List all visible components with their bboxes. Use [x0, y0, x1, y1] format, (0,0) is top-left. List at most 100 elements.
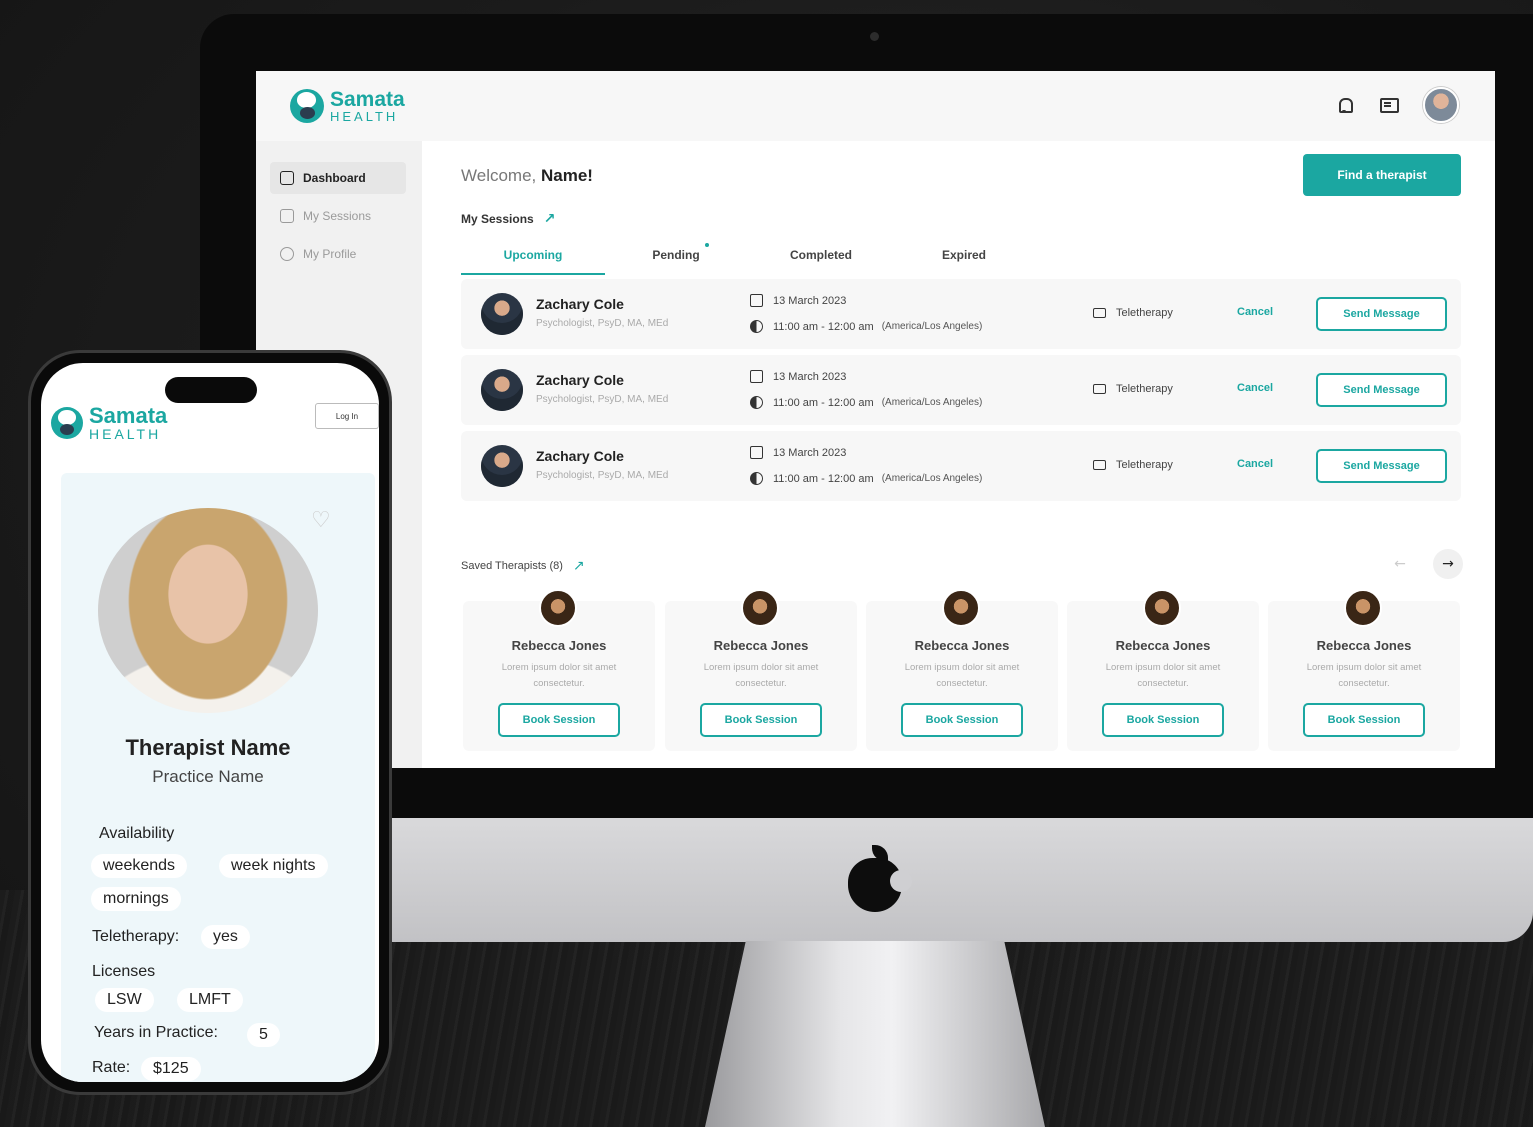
therapist-name: Zachary Cole: [536, 448, 624, 464]
dynamic-island: [165, 377, 257, 403]
session-row: Zachary Cole Psychologist, PsyD, MA, MEd…: [461, 355, 1461, 425]
therapist-name: Zachary Cole: [536, 372, 624, 388]
sidebar-item-dashboard[interactable]: Dashboard: [270, 162, 406, 194]
sidebar-item-my-sessions[interactable]: My Sessions: [270, 200, 406, 232]
time-text: 11:00 am - 12:00 am: [773, 320, 874, 333]
availability-label: Availability: [99, 825, 175, 842]
cancel-session-link[interactable]: Cancel: [1237, 382, 1273, 394]
book-session-button[interactable]: Book Session: [498, 703, 620, 737]
therapist-name: Zachary Cole: [536, 296, 624, 312]
sidebar-item-label: My Profile: [303, 247, 357, 261]
tab-pending[interactable]: Pending: [641, 241, 711, 275]
availability-chip: week nights: [219, 854, 328, 878]
sidebar-item-my-profile[interactable]: My Profile: [270, 238, 406, 270]
logo-subtitle: HEALTH: [330, 109, 399, 124]
availability-chip: mornings: [91, 887, 181, 911]
clock-icon: [750, 396, 763, 409]
book-session-button[interactable]: Book Session: [901, 703, 1023, 737]
years-label: Years in Practice:: [94, 1024, 218, 1041]
therapist-photo: [98, 508, 318, 713]
clock-icon: [750, 472, 763, 485]
session-time: 11:00 am - 12:00 am (America/Los Angeles): [750, 320, 982, 333]
send-message-button[interactable]: Send Message: [1316, 449, 1447, 483]
book-session-button[interactable]: Book Session: [1102, 703, 1224, 737]
therapist-credentials: Psychologist, PsyD, MA, MEd: [536, 470, 669, 481]
therapist-name: Rebecca Jones: [1115, 638, 1211, 653]
book-session-button[interactable]: Book Session: [700, 703, 822, 737]
timezone-text: (America/Los Angeles): [881, 321, 983, 332]
license-chip: LSW: [95, 988, 154, 1012]
practice-name: Practice Name: [152, 767, 264, 786]
therapist-avatar: [942, 589, 980, 627]
previous-arrow-icon[interactable]: ←: [1385, 549, 1415, 579]
calendar-icon: [750, 446, 763, 459]
therapist-description: Lorem ipsum dolor sit amet consectetur.: [501, 662, 617, 689]
license-chip: LMFT: [177, 988, 243, 1012]
video-icon: [1093, 460, 1106, 470]
imac-camera: [870, 32, 879, 41]
therapist-avatar: [741, 589, 779, 627]
therapist-credentials: Psychologist, PsyD, MA, MEd: [536, 318, 669, 329]
user-avatar[interactable]: [1423, 87, 1459, 123]
therapist-name: Rebecca Jones: [914, 638, 1010, 653]
next-arrow-icon[interactable]: →: [1433, 549, 1463, 579]
teletherapy-label: Teletherapy:: [92, 928, 180, 945]
therapist-card: Rebecca Jones Lorem ipsum dolor sit amet…: [665, 589, 857, 751]
sidebar-item-label: Dashboard: [303, 171, 366, 185]
session-mode: Teletherapy: [1093, 383, 1173, 395]
samata-logo-icon: [290, 89, 324, 123]
rate-value: $125: [141, 1057, 201, 1081]
date-text: 13 March 2023: [773, 294, 847, 307]
timezone-text: (America/Los Angeles): [881, 473, 983, 484]
session-date: 13 March 2023: [750, 446, 846, 459]
therapist-avatar: [1344, 589, 1382, 627]
saved-therapists-link[interactable]: Saved Therapists (8) ↗: [461, 558, 585, 574]
therapist-description: Lorem ipsum dolor sit amet consectetur.: [904, 662, 1020, 689]
my-sessions-link[interactable]: My Sessions ↗: [461, 211, 555, 227]
welcome-name: Name!: [541, 166, 593, 185]
welcome-heading: Welcome, Name!: [461, 166, 593, 186]
top-bar: Samata HEALTH: [256, 71, 1495, 141]
welcome-prefix: Welcome,: [461, 166, 537, 185]
send-message-button[interactable]: Send Message: [1316, 297, 1447, 331]
tab-completed[interactable]: Completed: [776, 241, 866, 275]
message-icon[interactable]: [1379, 96, 1399, 114]
tab-expired[interactable]: Expired: [926, 241, 1002, 275]
years-value: 5: [247, 1023, 280, 1047]
desktop-screen: Samata HEALTH Dashboard My Sessions My P…: [256, 71, 1495, 768]
samata-logo[interactable]: Samata HEALTH: [51, 405, 167, 441]
arrow-up-right-icon: ↗: [572, 558, 585, 574]
mode-text: Teletherapy: [1116, 383, 1173, 395]
session-time: 11:00 am - 12:00 am (America/Los Angeles): [750, 472, 982, 485]
therapist-card: Rebecca Jones Lorem ipsum dolor sit amet…: [1268, 589, 1460, 751]
time-text: 11:00 am - 12:00 am: [773, 396, 874, 409]
therapist-avatar: [481, 293, 523, 335]
heart-icon[interactable]: ♡: [311, 508, 331, 533]
logo-subtitle: HEALTH: [89, 426, 162, 442]
pending-indicator-dot: [705, 243, 709, 247]
date-text: 13 March 2023: [773, 446, 847, 459]
therapist-avatar: [481, 369, 523, 411]
tab-upcoming[interactable]: Upcoming: [461, 241, 605, 275]
phone-frame: Samata HEALTH Log In ♡ Therapist Name Pr…: [28, 350, 392, 1095]
login-button[interactable]: Log In: [315, 403, 379, 429]
mode-text: Teletherapy: [1116, 307, 1173, 319]
session-row: Zachary Cole Psychologist, PsyD, MA, MEd…: [461, 279, 1461, 349]
therapist-card: Rebecca Jones Lorem ipsum dolor sit amet…: [866, 589, 1058, 751]
cancel-session-link[interactable]: Cancel: [1237, 306, 1273, 318]
session-time: 11:00 am - 12:00 am (America/Los Angeles): [750, 396, 982, 409]
session-tabs: Upcoming Pending Completed Expired: [461, 241, 1461, 275]
send-message-button[interactable]: Send Message: [1316, 373, 1447, 407]
therapist-name: Rebecca Jones: [713, 638, 809, 653]
therapist-description: Lorem ipsum dolor sit amet consectetur.: [703, 662, 819, 689]
bell-icon[interactable]: [1335, 96, 1353, 114]
therapist-credentials: Psychologist, PsyD, MA, MEd: [536, 394, 669, 405]
therapist-profile-card: ♡ Therapist Name Practice Name Availabil…: [61, 473, 375, 1082]
find-therapist-button[interactable]: Find a therapist: [1303, 154, 1461, 196]
book-session-button[interactable]: Book Session: [1303, 703, 1425, 737]
samata-logo[interactable]: Samata HEALTH: [290, 89, 405, 123]
licenses-label: Licenses: [92, 963, 156, 980]
sidebar-item-label: My Sessions: [303, 209, 372, 223]
cancel-session-link[interactable]: Cancel: [1237, 458, 1273, 470]
calendar-icon: [750, 370, 763, 383]
